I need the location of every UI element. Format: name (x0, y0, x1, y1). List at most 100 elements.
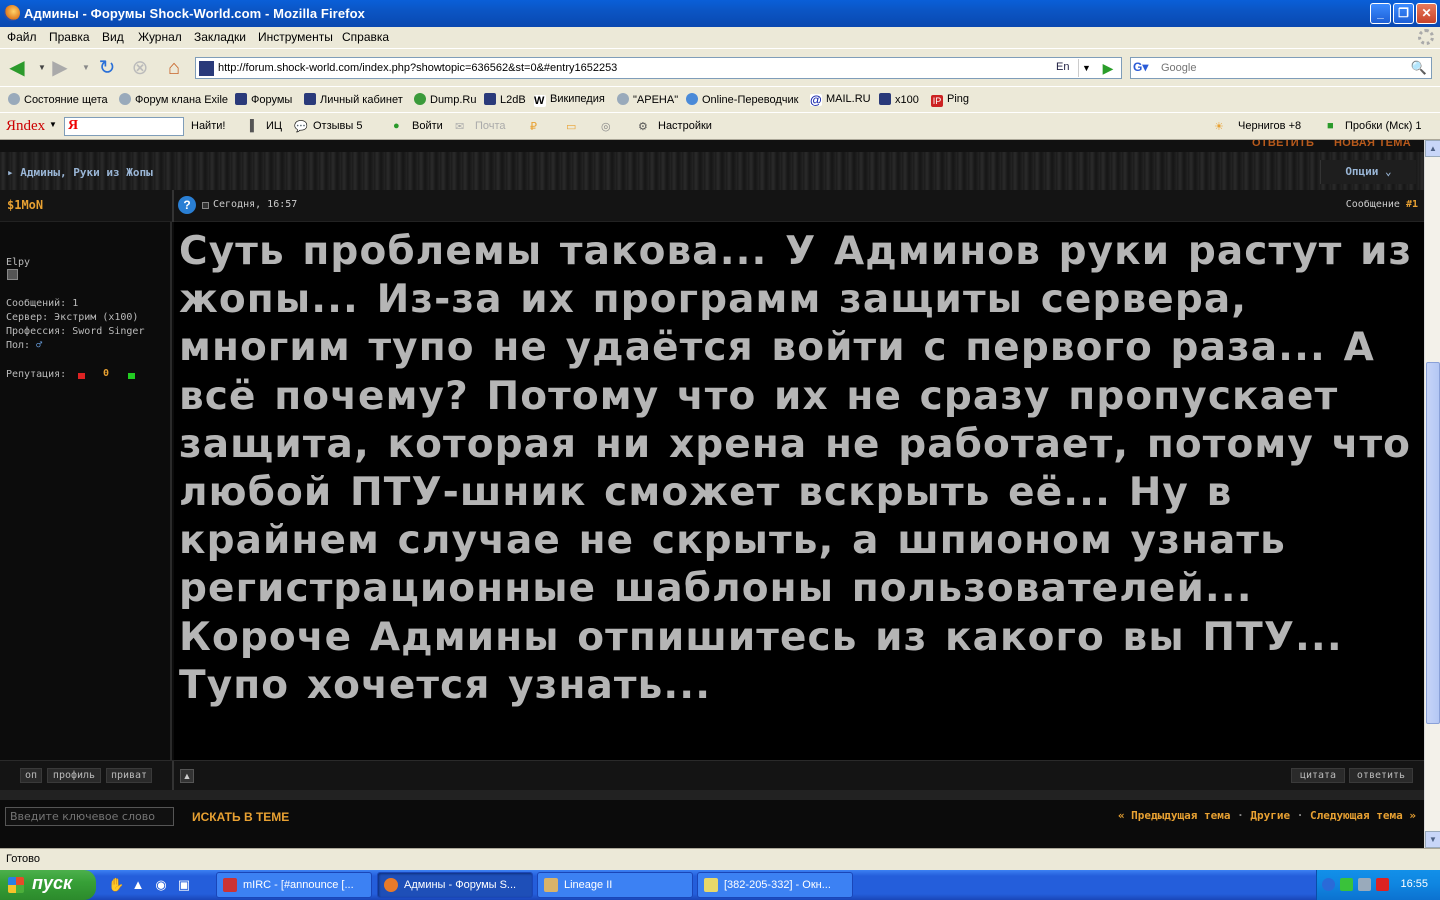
menu-view[interactable]: Вид (102, 30, 124, 44)
comment-icon: 💬 (294, 121, 308, 133)
tray-network-icon[interactable] (1340, 878, 1353, 891)
yandex-menu-dropdown-icon[interactable]: ▼ (49, 120, 57, 129)
profile-button[interactable]: профиль (47, 768, 101, 783)
task-mirc[interactable]: mIRC - [#announce [... (216, 872, 372, 898)
bookmark-item[interactable]: Форум клана Exile (119, 93, 228, 106)
search-icon[interactable]: 🔍 (1409, 59, 1429, 77)
bookmark-item[interactable]: Online-Переводчик (686, 93, 798, 106)
bookmark-item[interactable]: W Википедия (534, 93, 605, 107)
stop-icon[interactable]: ⊗ (128, 57, 152, 79)
quicklaunch-hand-icon[interactable]: ✋ (108, 877, 124, 893)
start-button[interactable]: пуск (0, 870, 96, 900)
menu-bookmarks[interactable]: Закладки (194, 30, 246, 44)
column-divider (172, 190, 174, 222)
yandex-login-button[interactable]: Войти (412, 120, 443, 132)
tray-antivirus-icon[interactable] (1376, 878, 1389, 891)
post-author[interactable]: $1MoN (7, 198, 43, 212)
post-number-link[interactable]: #1 (1406, 199, 1418, 210)
tray-expand-icon[interactable] (1322, 878, 1335, 891)
reputation-minus-button[interactable] (78, 373, 85, 379)
status-bar: Готово (0, 848, 1440, 870)
bookmark-item[interactable]: "АРЕНА" (617, 93, 678, 106)
url-dropdown-icon[interactable]: ▼ (1078, 59, 1094, 77)
menu-history[interactable]: Журнал (138, 30, 182, 44)
back-icon[interactable]: ◀ (5, 57, 29, 79)
male-icon: ♂ (36, 340, 43, 351)
yandex-find-button[interactable]: Найти! (191, 120, 225, 132)
throbber-icon (1418, 29, 1434, 45)
yandex-ic-button[interactable]: ИЦ (266, 120, 282, 132)
scroll-down-icon[interactable]: ▼ (1425, 831, 1440, 848)
quicklaunch-drive-icon[interactable]: ▲ (130, 877, 146, 893)
task-firefox[interactable]: Админы - Форумы S... (377, 872, 533, 898)
url-input[interactable] (218, 60, 1048, 76)
scroll-up-icon[interactable]: ▲ (1425, 140, 1440, 157)
folder-icon[interactable]: ▭ (566, 120, 576, 133)
bookmark-item[interactable]: L2dB (484, 93, 526, 106)
reply-button[interactable]: ответить (1349, 768, 1413, 783)
new-topic-link-top[interactable]: НОВАЯ ТЕМА (1334, 140, 1411, 149)
money-icon[interactable]: ₽ (530, 120, 537, 133)
clock: 16:55 (1400, 878, 1428, 890)
reload-icon[interactable]: ↻ (95, 57, 119, 79)
yandex-settings-button[interactable]: Настройки (658, 120, 712, 132)
search-input[interactable] (1161, 60, 1401, 76)
scrollbar-thumb[interactable] (1426, 362, 1440, 724)
close-button[interactable]: ✕ (1416, 3, 1437, 24)
post-body: Суть проблемы такова... У Админов руки р… (174, 222, 1424, 760)
reputation-label: Репутация: (6, 369, 67, 380)
question-icon: ? (178, 196, 196, 214)
task-window[interactable]: [382-205-332] - Окн... (697, 872, 853, 898)
next-topic-link[interactable]: Следующая тема » (1310, 809, 1416, 822)
bookmark-item[interactable]: Форумы (235, 93, 292, 106)
prev-topic-link[interactable]: « Предыдущая тема (1118, 809, 1231, 822)
vertical-scrollbar[interactable]: ▲ ▼ (1424, 140, 1440, 848)
yandex-logo[interactable]: Яndex (6, 118, 45, 135)
yandex-search-input[interactable]: Я (64, 117, 184, 136)
window-icon (704, 878, 718, 892)
menu-file[interactable]: Файл (7, 30, 37, 44)
options-button[interactable]: Опции ⌄ (1320, 160, 1416, 184)
tray-monitor-icon[interactable] (1358, 878, 1371, 891)
private-message-button[interactable]: приват (106, 768, 152, 783)
bookmark-item[interactable]: @ MAIL.RU (810, 93, 871, 106)
photo-icon[interactable]: ◎ (601, 120, 611, 133)
scroll-top-icon[interactable]: ▲ (180, 769, 194, 783)
bookmark-item[interactable]: Личный кабинет (304, 93, 403, 106)
menu-help[interactable]: Справка (342, 30, 389, 44)
address-bar[interactable]: En ▼ ▶ (195, 57, 1122, 79)
menu-edit[interactable]: Правка (49, 30, 90, 44)
topic-search-input[interactable] (5, 807, 174, 826)
online-status-button[interactable]: оп (20, 768, 42, 783)
menu-tools[interactable]: Инструменты (258, 30, 333, 44)
bookmark-item[interactable]: IP Ping (931, 93, 969, 107)
bookmark-item[interactable]: Dump.Ru (414, 93, 476, 106)
language-indicator[interactable]: En (1056, 61, 1069, 73)
bookmark-icon (617, 93, 629, 105)
yandex-weather[interactable]: Чернигов +8 (1238, 120, 1301, 132)
other-topics-link[interactable]: Другие (1250, 809, 1290, 822)
go-icon[interactable]: ▶ (1098, 59, 1118, 77)
yandex-traffic[interactable]: Пробки (Мск) 1 (1345, 120, 1422, 132)
google-engine-icon[interactable]: G▾ (1133, 60, 1159, 76)
section-divider (0, 790, 1424, 800)
reply-link-top[interactable]: ОТВЕТИТЬ (1252, 140, 1314, 149)
page-content: ОТВЕТИТЬ НОВАЯ ТЕМА ▸ Админы, Руки из Жо… (0, 140, 1424, 848)
home-icon[interactable]: ⌂ (162, 57, 186, 79)
quicklaunch-media-icon[interactable]: ▣ (176, 877, 192, 893)
yandex-mail-button[interactable]: Почта (475, 120, 506, 132)
topic-search-button[interactable]: ИСКАТЬ В ТЕМЕ (192, 810, 289, 824)
task-lineage[interactable]: Lineage II (537, 872, 693, 898)
bookmark-item[interactable]: x100 (879, 93, 919, 106)
yandex-reviews-button[interactable]: Отзывы 5 (313, 120, 362, 132)
search-bar[interactable]: G▾ 🔍 (1130, 57, 1432, 79)
author-gender: Пол: ♂ (6, 340, 43, 351)
login-icon: ● (393, 120, 400, 132)
bookmark-item[interactable]: Состояние щета (8, 93, 108, 106)
maximize-button[interactable]: ❐ (1393, 3, 1414, 24)
quote-button[interactable]: цитата (1291, 768, 1345, 783)
reputation-plus-button[interactable] (128, 373, 135, 379)
minimize-button[interactable]: _ (1370, 3, 1391, 24)
quicklaunch-firefox-icon[interactable]: ◉ (153, 877, 169, 893)
forward-icon[interactable]: ▶ (48, 57, 72, 79)
